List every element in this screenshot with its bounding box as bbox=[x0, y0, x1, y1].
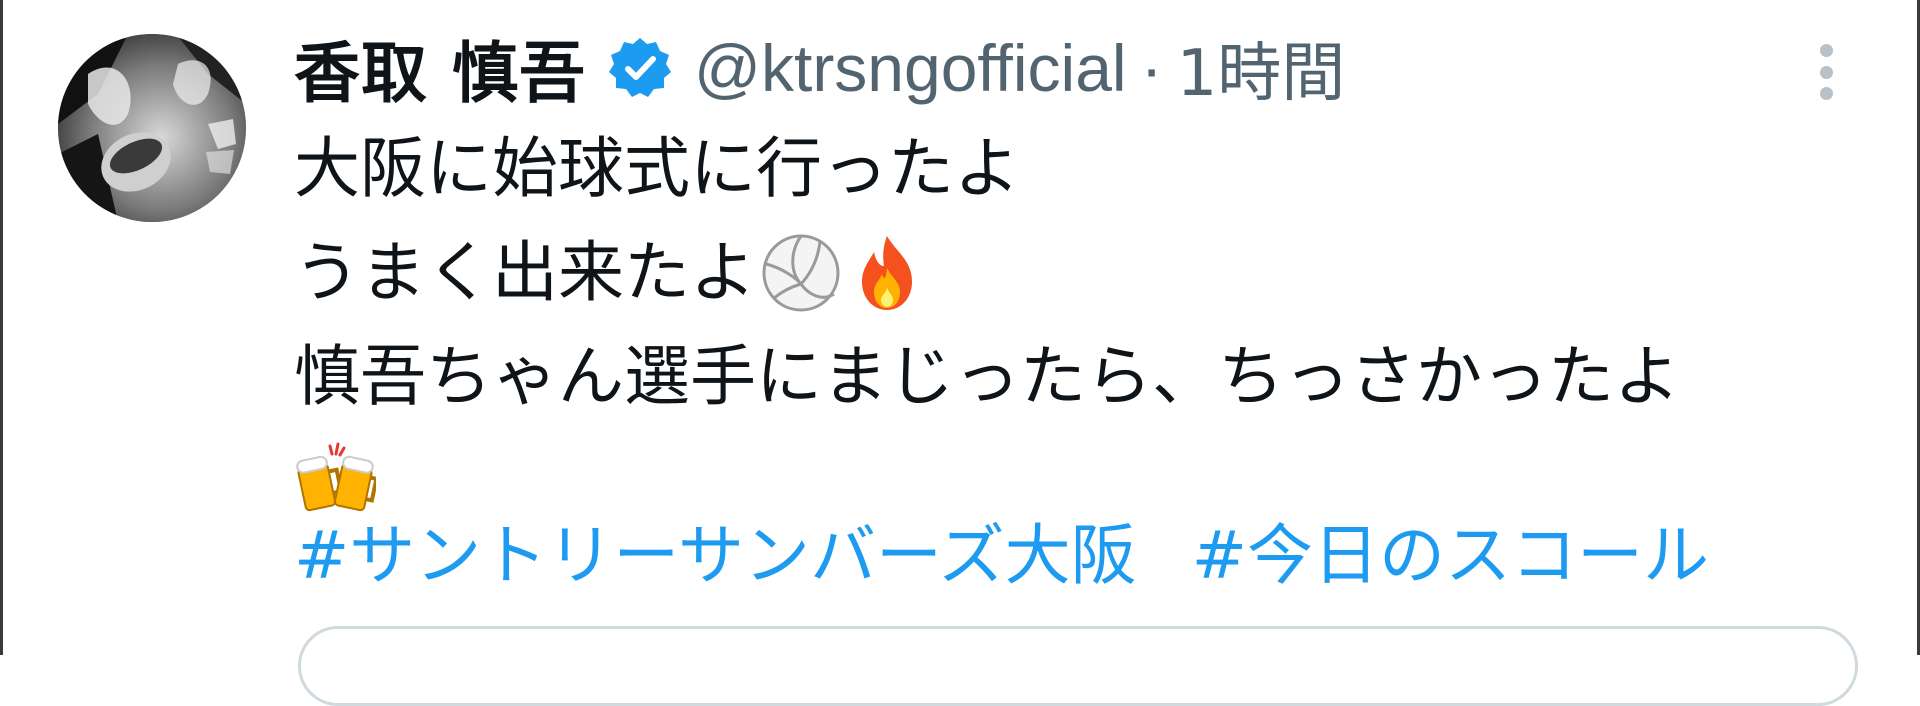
hashtag-link[interactable]: #サントリーサンバーズ大阪 bbox=[294, 517, 1137, 594]
more-dot-2 bbox=[1819, 65, 1833, 79]
tweet-line-2: うまく出来たよ bbox=[294, 221, 1894, 325]
separator-dot: · bbox=[1140, 31, 1163, 105]
author-display-name[interactable]: 香取 慎吾 bbox=[294, 20, 586, 116]
more-dot-3 bbox=[1819, 87, 1833, 100]
timestamp[interactable]: 1時間 bbox=[1177, 22, 1346, 114]
hashtag-link[interactable]: #今日のスコール bbox=[1192, 517, 1709, 594]
tweet-line-3: 慎吾ちゃん選手にまじったら、ちっさかったよ bbox=[294, 325, 1894, 429]
tweet-body: 大阪に始球式に行ったよ うまく出来たよ 慎吾ちゃん選手にまじったら、ちっさかった… bbox=[294, 117, 1894, 533]
frame-edge-left bbox=[0, 0, 3, 655]
more-options-button[interactable] bbox=[1802, 36, 1850, 108]
avatar[interactable] bbox=[58, 34, 246, 222]
tweet-text-line: 大阪に始球式に行ったよ bbox=[294, 130, 1020, 207]
tweet-header: 香取 慎吾 @ktrsngofficial · 1時間 bbox=[294, 26, 1345, 112]
fire-emoji-icon bbox=[846, 232, 928, 314]
media-card[interactable] bbox=[298, 626, 1858, 706]
profile-photo-icon bbox=[58, 34, 246, 222]
tweet-line-1: 大阪に始球式に行ったよ bbox=[294, 117, 1894, 221]
hashtag-row: #サントリーサンバーズ大阪 #今日のスコール bbox=[294, 502, 1709, 598]
volleyball-emoji-icon bbox=[760, 232, 842, 314]
verified-badge-icon bbox=[608, 36, 672, 100]
more-vertical-icon bbox=[1819, 44, 1833, 57]
author-handle[interactable]: @ktrsngofficial bbox=[694, 30, 1127, 106]
tweet-text-line: うまく出来たよ bbox=[294, 234, 756, 311]
tweet-text-line: 慎吾ちゃん選手にまじったら、ちっさかったよ bbox=[294, 338, 1680, 415]
